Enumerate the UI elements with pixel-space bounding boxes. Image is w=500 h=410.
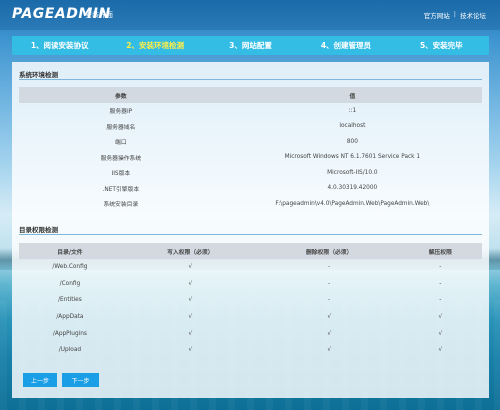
step-read-agreement: 1、阅读安装协议 bbox=[30, 41, 89, 50]
step-env-check: 2、安装环境检测 bbox=[126, 41, 184, 50]
table-row: /AppData √ √ √ bbox=[19, 309, 482, 326]
env-param: 服务器IP bbox=[109, 109, 133, 116]
header-links: 官方网站 | 技术论坛 bbox=[424, 10, 486, 20]
perm-section-title: 目录权限检测 bbox=[19, 226, 58, 234]
perm-write: √ bbox=[188, 330, 193, 337]
perm-extract: - bbox=[439, 264, 442, 271]
install-steps-bar: 1、阅读安装协议 2、安装环境检测 3、网站配置 4、创建管理员 5、安装完毕 bbox=[12, 36, 489, 55]
perm-header-dir: 目录/文件 bbox=[19, 243, 121, 259]
env-section-divider bbox=[19, 79, 482, 80]
perm-dir: /Web.Config bbox=[52, 264, 88, 271]
perm-delete: √ bbox=[327, 330, 332, 337]
env-header-value: 值 bbox=[222, 87, 482, 103]
perm-extract: - bbox=[439, 297, 442, 304]
env-table: 参数 值 服务器IP::1 服务器域名 localhost 端口 800 服务器操作… bbox=[19, 87, 482, 212]
table-row: IIS版本 Microsoft-IIS/10.0 bbox=[19, 165, 482, 181]
perm-header-delete: 删除权限（必须） bbox=[259, 243, 399, 259]
perm-write: √ bbox=[188, 280, 193, 287]
official-site-link[interactable]: 官方网站 bbox=[424, 10, 450, 20]
perm-extract: √ bbox=[438, 314, 443, 321]
env-section-title: 系统环境检测 bbox=[19, 71, 58, 79]
table-row: .NET引擎版本 4.0.30319.42000 bbox=[19, 181, 482, 197]
table-row: /Config √ - - bbox=[19, 276, 482, 293]
env-value: localhost bbox=[339, 123, 366, 130]
perm-write: √ bbox=[188, 264, 193, 271]
next-step-button[interactable]: 下一步 bbox=[62, 373, 99, 387]
env-param: 服务器操作系统 bbox=[100, 155, 142, 162]
perm-write: √ bbox=[188, 347, 193, 354]
perm-dir: /AppData bbox=[56, 314, 84, 321]
env-param: 服务器域名 bbox=[106, 124, 136, 131]
table-row: 端口 800 bbox=[19, 134, 482, 150]
perm-section-divider bbox=[19, 234, 482, 235]
table-row: 系统安装目录 F:\pageadmin\v4.0\PageAdmin.Web\Pa… bbox=[19, 196, 482, 212]
table-row: 服务器域名 localhost bbox=[19, 119, 482, 135]
link-separator: | bbox=[453, 10, 456, 18]
prev-step-button[interactable]: 上一步 bbox=[23, 373, 57, 387]
env-header-param: 参数 bbox=[19, 87, 223, 103]
perm-write: √ bbox=[188, 297, 193, 304]
perm-extract: - bbox=[439, 280, 442, 287]
env-value: Microsoft-IIS/10.0 bbox=[327, 169, 378, 176]
env-param: IIS版本 bbox=[111, 171, 131, 178]
env-value: ::1 bbox=[348, 107, 357, 114]
top-header: PAGEADMIN 安装界面 官方网站 | 技术论坛 bbox=[0, 0, 500, 30]
perm-delete: - bbox=[328, 280, 331, 287]
perm-header-write: 写入权限（必须） bbox=[120, 243, 260, 259]
perm-delete: - bbox=[328, 297, 331, 304]
env-value: 800 bbox=[346, 138, 358, 145]
env-value: Microsoft Windows NT 6.1.7601 Service Pa… bbox=[284, 154, 421, 161]
env-param: 端口 bbox=[115, 140, 127, 147]
perm-header-extract: 解压权限 bbox=[398, 243, 482, 259]
perm-dir: /Config bbox=[59, 280, 81, 287]
header-subtitle: 安装界面 bbox=[85, 11, 113, 19]
perm-delete: √ bbox=[327, 347, 332, 354]
wizard-buttons: 上一步 下一步 bbox=[23, 373, 99, 387]
env-param: 系统安装目录 bbox=[103, 202, 139, 209]
step-site-config: 3、网站配置 bbox=[229, 41, 272, 50]
main-panel: 系统环境检测 参数 值 服务器IP::1 服务器域名 localhost 端口 80… bbox=[12, 62, 489, 398]
table-row: 服务器IP::1 bbox=[19, 103, 482, 119]
table-row: 服务器操作系统 Microsoft Windows NT 6.1.7601 Ser… bbox=[19, 150, 482, 166]
table-row: /Entities √ - - bbox=[19, 292, 482, 309]
perm-table-header: 目录/文件 写入权限（必须） 删除权限（必须） 解压权限 bbox=[19, 243, 482, 259]
table-row: /Upload √ √ √ bbox=[19, 342, 482, 359]
table-row: /AppPlugins √ √ √ bbox=[19, 325, 482, 342]
perm-extract: √ bbox=[438, 330, 443, 337]
table-row: /Web.Config √ - - bbox=[19, 259, 482, 276]
perm-delete: √ bbox=[327, 314, 332, 321]
tech-forum-link[interactable]: 技术论坛 bbox=[460, 10, 486, 20]
env-value: F:\pageadmin\v4.0\PageAdmin.Web\PageAdmi… bbox=[275, 200, 430, 207]
step-create-admin: 4、创建管理员 bbox=[320, 41, 372, 50]
env-param: .NET引擎版本 bbox=[102, 186, 140, 193]
perm-dir: /AppPlugins bbox=[52, 330, 87, 337]
perm-extract: √ bbox=[438, 347, 443, 354]
perm-dir: /Entities bbox=[58, 297, 82, 304]
perm-write: √ bbox=[188, 314, 193, 321]
step-complete: 5、安装完毕 bbox=[419, 41, 463, 50]
env-value: 4.0.30319.42000 bbox=[327, 185, 378, 192]
perm-table: 目录/文件 写入权限（必须） 删除权限（必须） 解压权限 /Web.Config… bbox=[19, 243, 482, 359]
env-table-header: 参数 值 bbox=[19, 87, 482, 103]
perm-dir: /Upload bbox=[58, 347, 82, 354]
perm-delete: - bbox=[328, 264, 331, 271]
